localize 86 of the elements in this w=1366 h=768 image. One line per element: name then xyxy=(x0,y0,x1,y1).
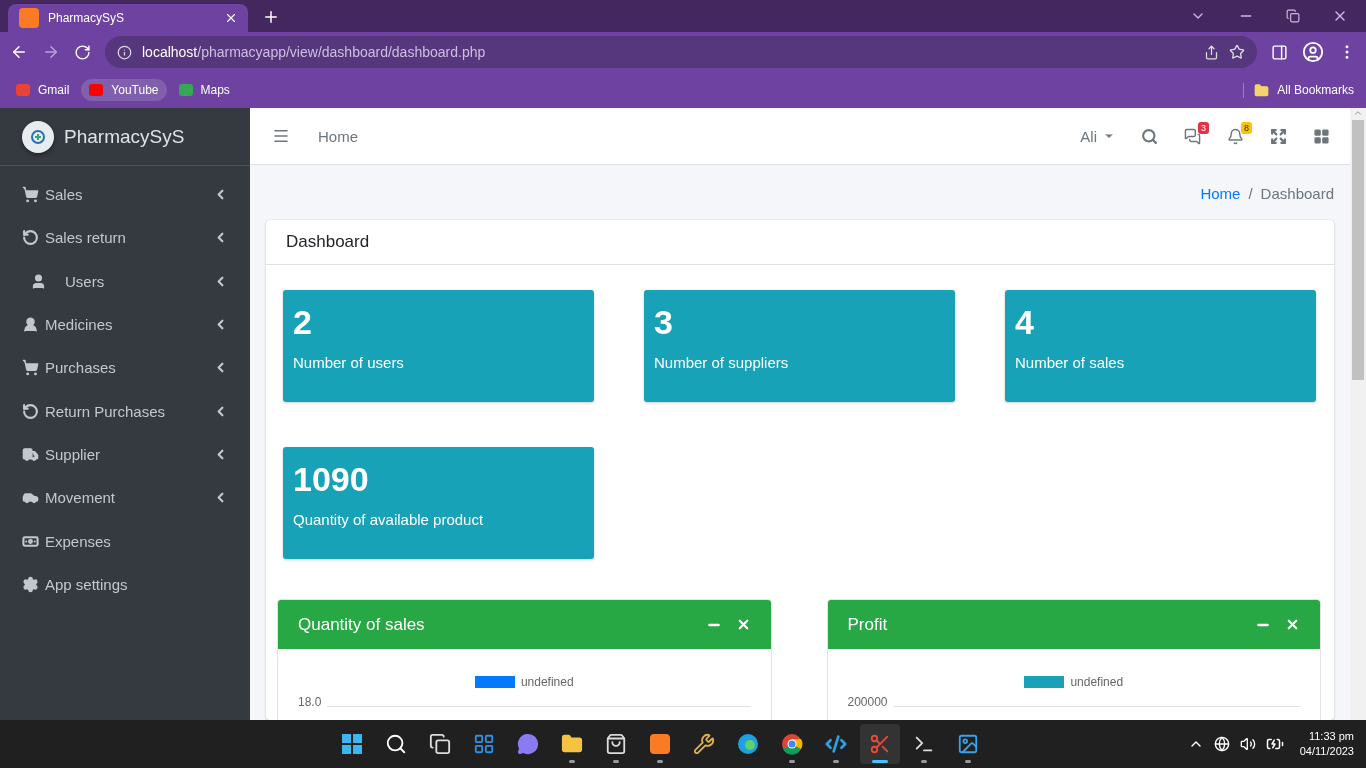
back-icon[interactable] xyxy=(10,43,28,61)
share-icon[interactable] xyxy=(1204,44,1219,60)
clock[interactable]: 11:33 pm 04/11/2023 xyxy=(1299,729,1354,759)
settings-icon xyxy=(22,575,39,593)
legend-swatch[interactable] xyxy=(474,676,515,688)
image-icon xyxy=(956,733,979,755)
sidebar-item[interactable]: Medicines xyxy=(0,302,250,347)
stat-tile: 2 Number of users xyxy=(283,290,594,402)
stat-tile: 3 Number of suppliers xyxy=(644,290,955,402)
bell-icon[interactable] xyxy=(1227,127,1244,145)
card-title: Dashboard xyxy=(286,232,370,252)
search-icon[interactable] xyxy=(1141,127,1158,145)
close-icon[interactable] xyxy=(1285,617,1300,632)
bookmark[interactable]: Maps xyxy=(170,79,238,101)
menu-icon[interactable] xyxy=(272,127,290,145)
profile-icon[interactable] xyxy=(1302,41,1324,63)
chart-title: Quantity of sales xyxy=(298,614,426,635)
axis-tick-label: 200000 xyxy=(847,695,888,709)
app-icon xyxy=(648,733,671,755)
browser-tab[interactable]: PharmacySyS xyxy=(8,4,248,32)
favicon-icon xyxy=(18,7,40,29)
stat-tile: 1090 Quantity of available product xyxy=(283,447,594,559)
breadcrumb-item[interactable]: Home xyxy=(1200,185,1241,202)
count-badge: 8 xyxy=(1241,121,1252,134)
legend-label[interactable]: undefined xyxy=(520,675,574,689)
cart-icon xyxy=(22,359,39,377)
person-icon xyxy=(22,316,39,334)
brand-name: PharmacySyS xyxy=(64,125,185,148)
code-icon xyxy=(824,733,847,755)
bookmark[interactable]: YouTube xyxy=(81,79,167,101)
volume-icon[interactable] xyxy=(1239,736,1256,752)
scrollbar[interactable] xyxy=(1350,108,1366,720)
restore-icon[interactable] xyxy=(1286,9,1300,23)
axis-tick-label: 18.0 xyxy=(298,695,322,709)
home-link[interactable]: Home xyxy=(318,127,358,145)
info-icon xyxy=(117,44,132,60)
undo-icon xyxy=(22,402,39,420)
folder-icon xyxy=(560,733,583,755)
sidebar-item[interactable]: Sales return xyxy=(0,216,250,260)
separator: / xyxy=(1248,185,1253,202)
new-tab-icon[interactable] xyxy=(262,8,280,26)
close-icon[interactable] xyxy=(224,11,238,25)
globe-icon[interactable] xyxy=(1213,736,1230,752)
cart-icon xyxy=(22,186,39,204)
reload-icon[interactable] xyxy=(74,43,91,61)
stat-tile: 4 Number of sales xyxy=(1005,290,1316,402)
chart-title: Profit xyxy=(847,614,889,635)
browser-icon xyxy=(780,733,803,755)
bookmark[interactable]: Gmail xyxy=(8,79,78,101)
legend-swatch[interactable] xyxy=(1024,676,1065,688)
breadcrumb-item: Dashboard xyxy=(1260,185,1334,202)
sidebar-item[interactable]: Supplier xyxy=(0,432,250,477)
forward-icon[interactable] xyxy=(42,43,60,61)
folder-icon xyxy=(1254,82,1270,98)
address-bar[interactable]: localhost/pharmacyapp/view/dashboard/dashboard.php xyxy=(105,36,1257,68)
taskbar-app[interactable] xyxy=(859,724,900,764)
chat-icon xyxy=(516,733,539,755)
task-view-icon xyxy=(428,733,451,755)
fullscreen-icon[interactable] xyxy=(1270,127,1287,145)
sidebar-item[interactable]: App settings xyxy=(0,562,250,606)
sidebar-item[interactable]: Movement xyxy=(0,476,250,520)
sidebar-item[interactable]: Sales xyxy=(0,173,250,217)
bag-icon xyxy=(604,733,627,755)
truck-icon xyxy=(22,445,39,463)
sidebar-item[interactable]: Purchases xyxy=(0,346,250,390)
user-icon xyxy=(30,272,47,290)
all-bookmarks-button[interactable]: All Bookmarks xyxy=(1243,82,1358,98)
sidebar-item[interactable]: Return Purchases xyxy=(0,389,250,433)
undo-icon xyxy=(22,229,39,247)
star-icon[interactable] xyxy=(1229,44,1245,60)
browser-icon xyxy=(736,733,759,755)
sidebar-item[interactable]: Users xyxy=(0,259,250,303)
side-panel-icon[interactable] xyxy=(1271,43,1288,61)
scissors-icon xyxy=(868,733,891,755)
wrench-icon xyxy=(692,733,715,755)
sidebar-item[interactable]: Expenses xyxy=(0,519,250,563)
logo xyxy=(22,120,54,153)
count-badge: 3 xyxy=(1198,121,1209,134)
url-text: localhost/pharmacyapp/view/dashboard/dashboard.php xyxy=(142,44,487,60)
user-menu[interactable]: Ali xyxy=(1080,127,1115,145)
grid-icon[interactable] xyxy=(1313,127,1330,145)
legend-label[interactable]: undefined xyxy=(1070,675,1124,689)
windows-logo-icon xyxy=(340,733,363,755)
widgets-icon xyxy=(472,733,495,755)
messages-icon[interactable] xyxy=(1184,127,1201,145)
search-icon xyxy=(384,733,407,755)
